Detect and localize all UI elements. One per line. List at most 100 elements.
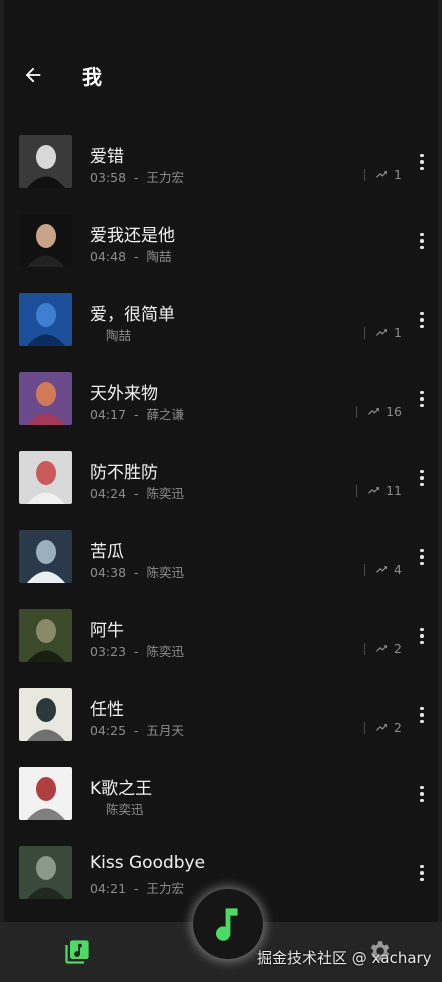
more-options-button[interactable] xyxy=(408,306,436,334)
song-row[interactable]: 天外来物 04:17- 薛之谦 16 xyxy=(0,359,442,438)
meta-separator: - xyxy=(134,407,139,422)
song-meta: 陈奕迅 xyxy=(90,799,144,818)
play-count: 11 xyxy=(356,483,402,498)
arrow-left-icon xyxy=(25,67,41,83)
song-row[interactable]: 爱错 03:58- 王力宏 1 xyxy=(0,122,442,201)
stat-divider xyxy=(364,642,366,655)
play-count: 4 xyxy=(364,562,402,577)
meta-separator: - xyxy=(134,565,139,580)
more-options-button[interactable] xyxy=(408,622,436,650)
play-count: 16 xyxy=(356,404,402,419)
meta-separator: - xyxy=(134,881,139,896)
trending-up-icon xyxy=(376,171,387,178)
song-row[interactable]: 防不胜防 04:24- 陈奕迅 11 xyxy=(0,438,442,517)
meta-separator: - xyxy=(134,486,139,501)
more-vertical-icon xyxy=(420,153,424,171)
more-options-button[interactable] xyxy=(408,859,436,887)
music-note-icon xyxy=(216,908,238,941)
song-title: 天外来物 xyxy=(90,384,158,404)
song-title: 任性 xyxy=(90,700,124,720)
song-artist: 王力宏 xyxy=(146,170,185,185)
trending-up-icon xyxy=(376,645,387,652)
song-meta: 04:24- 陈奕迅 xyxy=(90,483,184,502)
meta-separator: - xyxy=(134,249,139,264)
play-count-value: 1 xyxy=(394,167,402,182)
song-duration: 03:58 xyxy=(90,170,127,185)
song-title: Kiss Goodbye xyxy=(90,853,206,873)
trending-up-icon xyxy=(376,329,387,336)
song-meta: 04:38- 陈奕迅 xyxy=(90,562,184,581)
back-button[interactable] xyxy=(18,60,48,90)
more-vertical-icon xyxy=(420,706,424,724)
album-cover xyxy=(19,688,72,741)
song-meta: 04:25- 五月天 xyxy=(90,720,184,739)
song-title: 阿牛 xyxy=(90,621,124,641)
header: 我 xyxy=(0,0,442,130)
song-meta: 03:58- 王力宏 xyxy=(90,167,184,186)
more-vertical-icon xyxy=(420,469,424,487)
play-count: 1 xyxy=(364,167,402,182)
trending-up-icon xyxy=(376,566,387,573)
song-row[interactable]: 爱，很简单 陶喆 1 xyxy=(0,280,442,359)
meta-separator: - xyxy=(134,723,139,738)
song-artist: 陈奕迅 xyxy=(146,565,185,580)
song-title: 爱错 xyxy=(90,147,124,167)
song-duration: 04:48 xyxy=(90,249,127,264)
stat-divider xyxy=(364,168,366,181)
song-duration: 04:25 xyxy=(90,723,127,738)
stat-divider xyxy=(364,721,366,734)
song-row[interactable]: 苦瓜 04:38- 陈奕迅 4 xyxy=(0,517,442,596)
song-artist: 五月天 xyxy=(146,723,185,738)
play-count-value: 1 xyxy=(394,325,402,340)
play-count: 1 xyxy=(364,325,402,340)
song-row[interactable]: 爱我还是他 04:48- 陶喆 xyxy=(0,201,442,280)
more-options-button[interactable] xyxy=(408,385,436,413)
album-cover xyxy=(19,767,72,820)
more-options-button[interactable] xyxy=(408,148,436,176)
album-cover xyxy=(19,372,72,425)
page-title: 我 xyxy=(82,65,103,89)
album-cover xyxy=(19,609,72,662)
stat-divider xyxy=(356,484,358,497)
album-cover xyxy=(19,214,72,267)
play-count-value: 16 xyxy=(386,404,402,419)
song-meta: 03:23- 陈奕迅 xyxy=(90,641,184,660)
stat-divider xyxy=(356,405,358,418)
play-count: 2 xyxy=(364,641,402,656)
song-row[interactable]: K歌之王 陈奕迅 xyxy=(0,754,442,833)
song-duration: 04:38 xyxy=(90,565,127,580)
song-artist: 陈奕迅 xyxy=(146,486,185,501)
now-playing-button[interactable] xyxy=(193,889,263,959)
more-vertical-icon xyxy=(420,785,424,803)
album-cover xyxy=(19,293,72,346)
song-row[interactable]: 阿牛 03:23- 陈奕迅 2 xyxy=(0,596,442,675)
song-duration: 04:21 xyxy=(90,881,127,896)
song-meta: 04:17- 薛之谦 xyxy=(90,404,184,423)
album-cover xyxy=(19,451,72,504)
trending-up-icon xyxy=(368,487,380,494)
more-vertical-icon xyxy=(420,311,424,329)
play-count: 2 xyxy=(364,720,402,735)
song-title: 爱我还是他 xyxy=(90,226,175,246)
more-vertical-icon xyxy=(420,864,424,882)
song-artist: 陈奕迅 xyxy=(146,644,185,659)
more-options-button[interactable] xyxy=(408,543,436,571)
meta-separator: - xyxy=(134,170,139,185)
more-options-button[interactable] xyxy=(408,227,436,255)
more-options-button[interactable] xyxy=(408,464,436,492)
play-count-value: 2 xyxy=(394,720,402,735)
more-vertical-icon xyxy=(420,627,424,645)
song-row[interactable]: 任性 04:25- 五月天 2 xyxy=(0,675,442,754)
library-tab[interactable] xyxy=(63,938,91,966)
song-artist: 王力宏 xyxy=(146,881,185,896)
song-artist: 陶喆 xyxy=(146,249,172,264)
song-title: 爱，很简单 xyxy=(90,305,175,325)
more-options-button[interactable] xyxy=(408,780,436,808)
play-count-value: 11 xyxy=(386,483,402,498)
more-options-button[interactable] xyxy=(408,701,436,729)
watermark: 掘金技术社区 @ xachary xyxy=(257,949,432,967)
album-cover xyxy=(19,846,72,899)
music-library-icon xyxy=(65,940,89,964)
stat-divider xyxy=(364,326,366,339)
meta-separator: - xyxy=(134,644,139,659)
